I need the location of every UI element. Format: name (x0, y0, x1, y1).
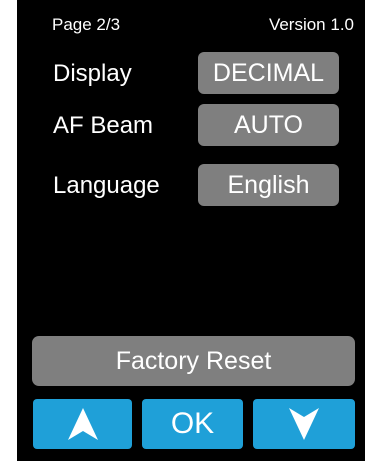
af-beam-value-button[interactable]: AUTO (198, 104, 339, 146)
language-value-button[interactable]: English (198, 164, 339, 206)
up-button[interactable] (33, 399, 132, 449)
setting-row-language: Language English (17, 164, 365, 208)
arrow-up-icon (67, 408, 98, 440)
af-beam-label: AF Beam (53, 112, 154, 139)
down-button[interactable] (253, 399, 355, 449)
setting-row-display: Display DECIMAL (17, 52, 365, 96)
factory-reset-button[interactable]: Factory Reset (32, 336, 355, 386)
display-label: Display (53, 60, 132, 87)
ok-button[interactable]: OK (142, 399, 243, 449)
version-label: Version 1.0 (268, 15, 354, 34)
language-label: Language (53, 172, 160, 199)
page-indicator: Page 2/3 (52, 15, 121, 34)
arrow-down-icon (289, 408, 319, 440)
display-value-button[interactable]: DECIMAL (198, 52, 339, 94)
device-screen: Page 2/3 Version 1.0 Display DECIMAL AF … (17, 0, 365, 461)
header-bar: Page 2/3 Version 1.0 (17, 11, 365, 35)
setting-row-af-beam: AF Beam AUTO (17, 104, 365, 148)
